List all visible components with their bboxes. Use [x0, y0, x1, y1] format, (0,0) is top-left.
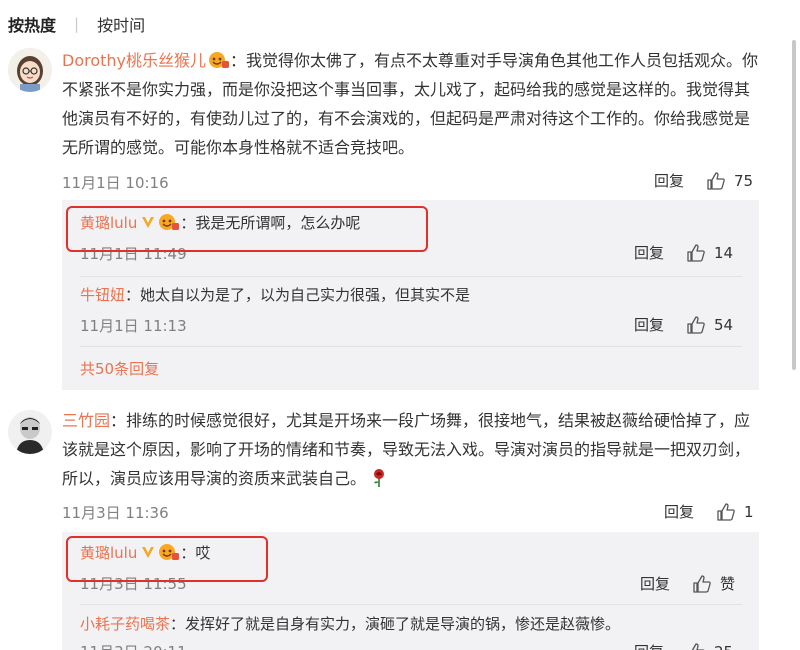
like-count: 1: [744, 502, 754, 521]
thumbs-up-icon[interactable]: [692, 574, 712, 594]
scrollbar-thumb[interactable]: [792, 40, 796, 370]
reply-actions: 回复 赞: [640, 573, 735, 594]
thumbs-up-icon[interactable]: [686, 315, 706, 335]
divider: [80, 346, 742, 347]
more-replies-link[interactable]: 共50条回复: [80, 358, 159, 379]
thumbs-up-icon[interactable]: [706, 171, 726, 191]
sort-divider: |: [74, 15, 80, 33]
highlight-annotation: [66, 206, 428, 252]
comment-line: 不紧张不是你实力强，而是你没把这个事当回事，太儿戏了，起码给我的感觉是这样的。我…: [62, 80, 751, 99]
comment-username[interactable]: 三竹园: [62, 411, 110, 430]
reply-timestamp: 11月1日 11:13: [80, 317, 187, 335]
like-count: 75: [734, 171, 754, 190]
comment-line: 他演员有不好的，有使劲儿过了的，有不会演戏的，但起码是严肃对待这个工作的。你给我…: [62, 109, 751, 128]
scrollbar[interactable]: [788, 0, 796, 380]
reply-actions: 回复 54: [634, 314, 733, 335]
reply-actions: 回复 14: [634, 242, 733, 263]
thumbs-up-icon[interactable]: [686, 642, 706, 650]
reply-colon: ：: [125, 286, 141, 304]
reply-button[interactable]: 回复: [634, 641, 664, 650]
comment-line: 该就是这个原因，影响了开场的情绪和节奏，导致无法入戏。导演对演员的指导就是一把双…: [62, 440, 751, 459]
reply-button[interactable]: 回复: [634, 242, 664, 263]
like-button-label[interactable]: 赞: [720, 573, 735, 594]
like-count: 25: [714, 643, 733, 650]
comment-body: Dorothy桃乐丝猴儿 ：我觉得你太佛了，有点不太尊重对手导演角色其他工作人员包…: [62, 46, 762, 162]
reply-button[interactable]: 回复: [664, 501, 694, 522]
comment-line: 所以，演员应该用导演的资质来武装自己。: [62, 469, 367, 488]
reply-button[interactable]: 回复: [640, 573, 670, 594]
thumbs-up-icon[interactable]: [686, 243, 706, 263]
highlight-annotation: [66, 536, 268, 582]
avatar[interactable]: [8, 48, 52, 92]
like-count: 14: [714, 243, 734, 262]
comment-line: 排练的时候感觉很好，尤其是开场来一段广场舞，很接地气，结果被赵薇给硬恰掉了，应: [126, 411, 751, 430]
sort-by-time-tab[interactable]: 按时间: [97, 12, 145, 36]
comment-timestamp: 11月1日 10:16: [62, 174, 169, 192]
reply-actions: 回复 25: [634, 641, 733, 650]
reply-text: 发挥好了就是自身有实力，演砸了就是导演的锅，惨还是赵薇惨。: [185, 615, 621, 633]
reply-colon: ：: [170, 615, 186, 633]
comment-line: 无所谓的感觉。可能你本身性格就不适合竞技吧。: [62, 138, 415, 157]
comment-colon: ：: [230, 51, 247, 70]
comment-timestamp: 11月3日 11:36: [62, 504, 169, 522]
reply-username[interactable]: 小耗子药喝茶: [80, 615, 170, 633]
reply-item: 小耗子药喝茶：发挥好了就是自身有实力，演砸了就是导演的锅，惨还是赵薇惨。: [80, 613, 620, 635]
divider: [80, 604, 742, 605]
reply-button[interactable]: 回复: [654, 170, 684, 191]
comment-actions: 回复 1: [664, 501, 754, 522]
reply-timestamp: 11月3日 20:11: [80, 641, 187, 650]
rose-emoji-icon: [370, 468, 388, 488]
thumbs-up-icon[interactable]: [716, 502, 736, 522]
comment-body: 三竹园：排练的时候感觉很好，尤其是开场来一段广场舞，很接地气，结果被赵薇给硬恰掉…: [62, 406, 762, 493]
member-badge-icon: [208, 49, 230, 68]
comment-username[interactable]: Dorothy桃乐丝猴儿: [62, 51, 206, 70]
avatar[interactable]: [8, 410, 52, 454]
comment-line: 我觉得你太佛了，有点不太尊重对手导演角色其他工作人员包括观众。你: [246, 51, 759, 70]
reply-item: 牛钮妞：她太自以为是了，以为自己实力很强，但其实不是: [80, 284, 470, 306]
divider: [80, 276, 742, 277]
man-portrait-avatar-icon: [8, 410, 52, 454]
cartoon-girl-avatar-icon: [8, 48, 52, 92]
sort-bar: 按热度 | 按时间: [8, 12, 145, 36]
reply-button[interactable]: 回复: [634, 314, 664, 335]
like-count: 54: [714, 315, 734, 334]
reply-text: 她太自以为是了，以为自己实力很强，但其实不是: [140, 286, 471, 304]
comment-actions: 回复 75: [654, 170, 753, 191]
comment-colon: ：: [110, 411, 127, 430]
reply-username[interactable]: 牛钮妞: [80, 286, 125, 304]
sort-by-hot-tab[interactable]: 按热度: [8, 12, 56, 36]
